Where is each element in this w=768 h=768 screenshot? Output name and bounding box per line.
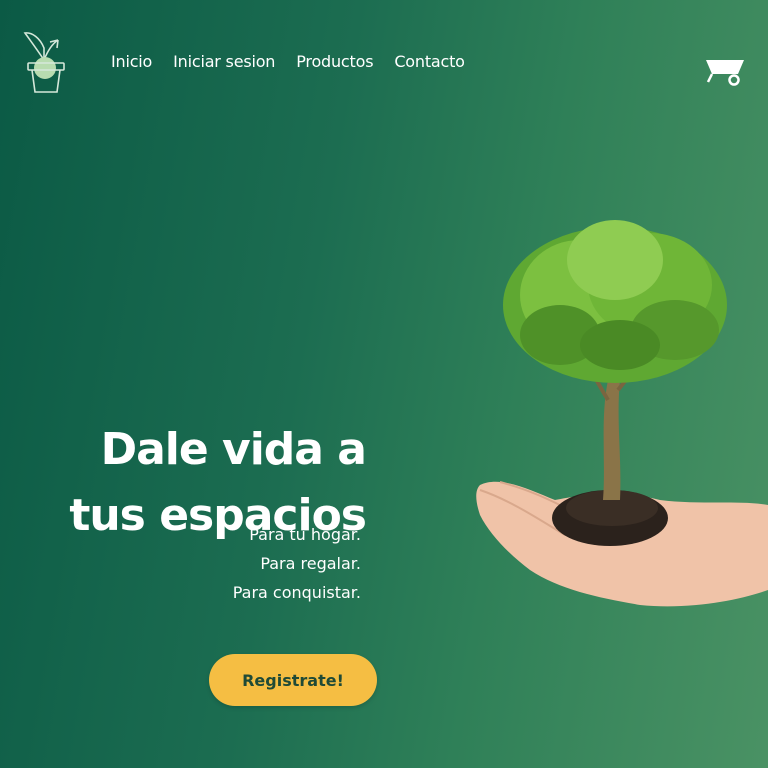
wheelbarrow-cart-icon[interactable] [698, 54, 746, 86]
tagline-regalar: Para regalar. [260, 554, 361, 573]
register-button[interactable]: Registrate! [209, 654, 377, 706]
nav-item-productos[interactable]: Productos [296, 52, 373, 71]
plant-pot-logo-icon[interactable] [22, 28, 68, 96]
nav-item-contacto[interactable]: Contacto [394, 52, 465, 71]
nav-item-inicio[interactable]: Inicio [111, 52, 152, 71]
nav-item-iniciar-sesion[interactable]: Iniciar sesion [173, 52, 275, 71]
main-nav: Inicio Iniciar sesion Productos Contacto [111, 52, 486, 71]
tree-in-hand-image [476, 220, 768, 607]
hero-title-line-1: Dale vida a [100, 424, 367, 476]
tagline-conquistar: Para conquistar. [232, 583, 361, 602]
hero-taglines: Para tu hogar. Para regalar. Para conqui… [233, 520, 361, 607]
tagline-hogar: Para tu hogar. [249, 525, 361, 544]
